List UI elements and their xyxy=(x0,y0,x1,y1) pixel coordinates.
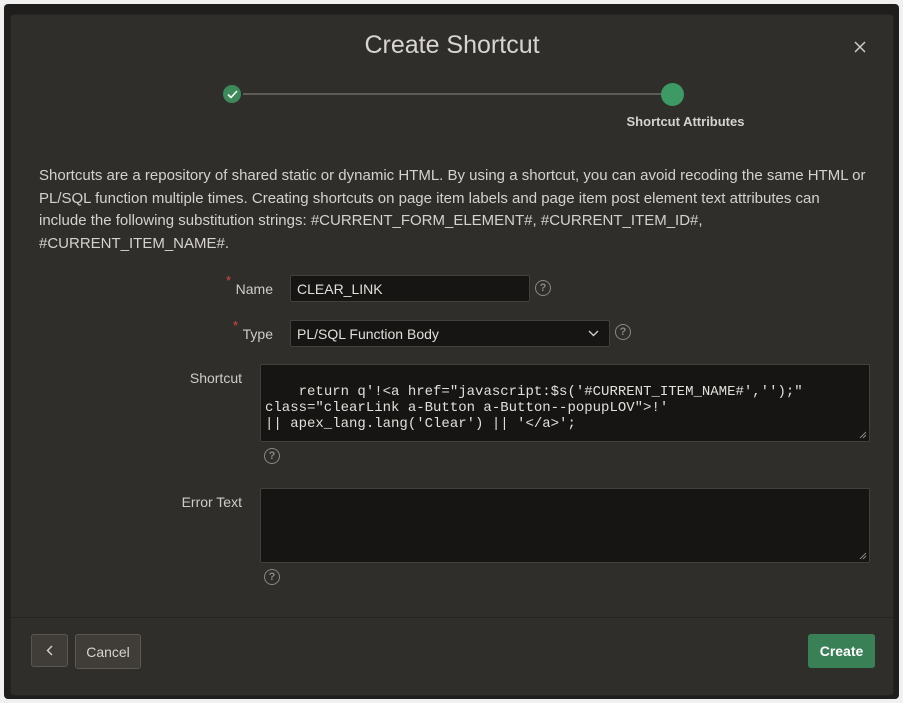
intro-text: Shortcuts are a repository of shared sta… xyxy=(39,167,866,252)
shortcut-textarea[interactable]: return q'!<a href="javascript:$s('#CURRE… xyxy=(260,364,870,442)
close-button[interactable] xyxy=(849,36,871,58)
footer-divider xyxy=(11,617,893,618)
help-icon: ? xyxy=(268,450,276,462)
dialog-title: Create Shortcut xyxy=(364,31,540,59)
chevron-down-icon xyxy=(588,330,599,337)
type-select-value: PL/SQL Function Body xyxy=(297,325,439,342)
create-button[interactable]: Create xyxy=(808,634,875,668)
resize-handle-icon[interactable] xyxy=(859,431,867,439)
help-icon: ? xyxy=(539,282,547,294)
help-icon: ? xyxy=(619,326,627,338)
error-text-textarea[interactable] xyxy=(260,488,870,563)
name-label: Name xyxy=(235,281,273,297)
back-button[interactable] xyxy=(31,634,68,667)
close-icon xyxy=(854,41,866,53)
help-icon: ? xyxy=(268,571,276,583)
chevron-left-icon xyxy=(46,645,53,656)
wizard-progress-line xyxy=(243,93,684,95)
create-shortcut-dialog: Create Shortcut Shortcut Attributes Shor… xyxy=(11,15,893,695)
type-help-button[interactable]: ? xyxy=(615,324,631,340)
shortcut-code: return q'!<a href="javascript:$s('#CURRE… xyxy=(265,384,803,432)
wizard-step-label: Shortcut Attributes xyxy=(626,114,745,129)
shortcut-help-button[interactable]: ? xyxy=(264,448,280,464)
resize-handle-icon[interactable] xyxy=(859,552,867,560)
shortcut-label: Shortcut xyxy=(189,370,242,386)
cancel-button[interactable]: Cancel xyxy=(75,634,141,669)
name-input[interactable] xyxy=(290,275,530,302)
wizard-step-completed xyxy=(223,85,241,103)
check-icon xyxy=(226,89,238,99)
error-text-label: Error Text xyxy=(181,494,242,510)
wizard-step-current xyxy=(661,83,684,106)
error-text-help-button[interactable]: ? xyxy=(264,569,280,585)
name-help-button[interactable]: ? xyxy=(535,280,551,296)
type-label: Type xyxy=(242,326,273,342)
type-select[interactable]: PL/SQL Function Body xyxy=(290,320,610,347)
